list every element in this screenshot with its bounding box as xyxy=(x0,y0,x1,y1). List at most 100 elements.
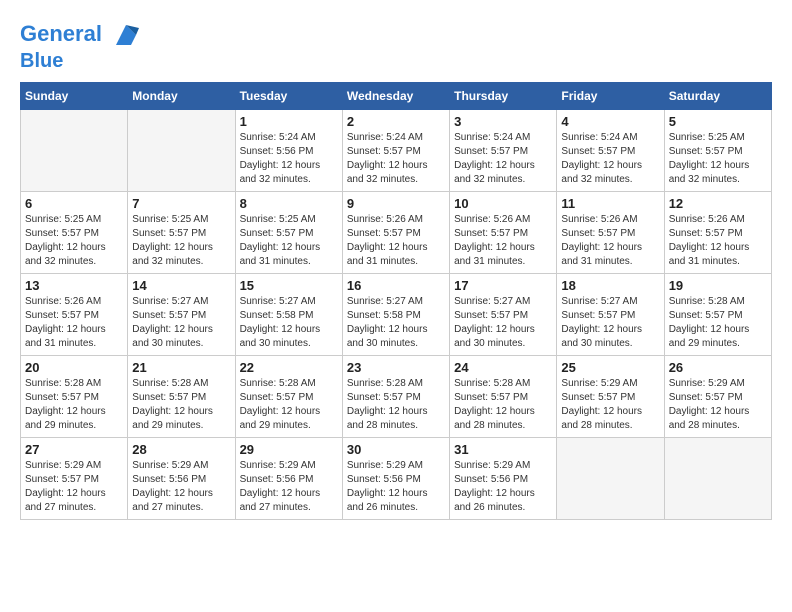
day-number: 10 xyxy=(454,196,552,211)
calendar-week-4: 20 Sunrise: 5:28 AM Sunset: 5:57 PM Dayl… xyxy=(21,356,772,438)
weekday-header-row: SundayMondayTuesdayWednesdayThursdayFrid… xyxy=(21,83,772,110)
calendar-week-3: 13 Sunrise: 5:26 AM Sunset: 5:57 PM Dayl… xyxy=(21,274,772,356)
day-number: 1 xyxy=(240,114,338,129)
calendar-cell: 24 Sunrise: 5:28 AM Sunset: 5:57 PM Dayl… xyxy=(450,356,557,438)
weekday-header-wednesday: Wednesday xyxy=(342,83,449,110)
day-number: 12 xyxy=(669,196,767,211)
day-number: 19 xyxy=(669,278,767,293)
day-info: Sunrise: 5:24 AM Sunset: 5:57 PM Dayligh… xyxy=(561,131,659,187)
day-info: Sunrise: 5:25 AM Sunset: 5:57 PM Dayligh… xyxy=(240,213,338,269)
day-number: 27 xyxy=(25,442,123,457)
day-number: 13 xyxy=(25,278,123,293)
day-number: 7 xyxy=(132,196,230,211)
calendar-cell: 2 Sunrise: 5:24 AM Sunset: 5:57 PM Dayli… xyxy=(342,110,449,192)
day-number: 9 xyxy=(347,196,445,211)
calendar-cell: 19 Sunrise: 5:28 AM Sunset: 5:57 PM Dayl… xyxy=(664,274,771,356)
calendar-cell: 23 Sunrise: 5:28 AM Sunset: 5:57 PM Dayl… xyxy=(342,356,449,438)
day-info: Sunrise: 5:29 AM Sunset: 5:57 PM Dayligh… xyxy=(25,459,123,515)
calendar-cell: 31 Sunrise: 5:29 AM Sunset: 5:56 PM Dayl… xyxy=(450,438,557,520)
day-number: 5 xyxy=(669,114,767,129)
day-info: Sunrise: 5:24 AM Sunset: 5:56 PM Dayligh… xyxy=(240,131,338,187)
day-number: 24 xyxy=(454,360,552,375)
calendar-header: SundayMondayTuesdayWednesdayThursdayFrid… xyxy=(21,83,772,110)
calendar-cell xyxy=(128,110,235,192)
day-info: Sunrise: 5:28 AM Sunset: 5:57 PM Dayligh… xyxy=(132,377,230,433)
day-info: Sunrise: 5:26 AM Sunset: 5:57 PM Dayligh… xyxy=(561,213,659,269)
day-info: Sunrise: 5:28 AM Sunset: 5:57 PM Dayligh… xyxy=(669,295,767,351)
calendar-cell: 12 Sunrise: 5:26 AM Sunset: 5:57 PM Dayl… xyxy=(664,192,771,274)
calendar-cell: 16 Sunrise: 5:27 AM Sunset: 5:58 PM Dayl… xyxy=(342,274,449,356)
calendar-week-1: 1 Sunrise: 5:24 AM Sunset: 5:56 PM Dayli… xyxy=(21,110,772,192)
day-number: 2 xyxy=(347,114,445,129)
calendar-cell xyxy=(557,438,664,520)
day-number: 23 xyxy=(347,360,445,375)
day-info: Sunrise: 5:29 AM Sunset: 5:56 PM Dayligh… xyxy=(132,459,230,515)
calendar-cell: 29 Sunrise: 5:29 AM Sunset: 5:56 PM Dayl… xyxy=(235,438,342,520)
day-info: Sunrise: 5:26 AM Sunset: 5:57 PM Dayligh… xyxy=(454,213,552,269)
weekday-header-monday: Monday xyxy=(128,83,235,110)
day-number: 29 xyxy=(240,442,338,457)
day-info: Sunrise: 5:25 AM Sunset: 5:57 PM Dayligh… xyxy=(25,213,123,269)
day-info: Sunrise: 5:27 AM Sunset: 5:58 PM Dayligh… xyxy=(240,295,338,351)
weekday-header-thursday: Thursday xyxy=(450,83,557,110)
day-number: 6 xyxy=(25,196,123,211)
day-number: 28 xyxy=(132,442,230,457)
day-info: Sunrise: 5:26 AM Sunset: 5:57 PM Dayligh… xyxy=(669,213,767,269)
calendar-cell: 6 Sunrise: 5:25 AM Sunset: 5:57 PM Dayli… xyxy=(21,192,128,274)
day-info: Sunrise: 5:29 AM Sunset: 5:57 PM Dayligh… xyxy=(669,377,767,433)
day-info: Sunrise: 5:26 AM Sunset: 5:57 PM Dayligh… xyxy=(347,213,445,269)
calendar-cell: 30 Sunrise: 5:29 AM Sunset: 5:56 PM Dayl… xyxy=(342,438,449,520)
day-number: 20 xyxy=(25,360,123,375)
calendar-cell: 1 Sunrise: 5:24 AM Sunset: 5:56 PM Dayli… xyxy=(235,110,342,192)
calendar-cell: 28 Sunrise: 5:29 AM Sunset: 5:56 PM Dayl… xyxy=(128,438,235,520)
calendar-cell: 20 Sunrise: 5:28 AM Sunset: 5:57 PM Dayl… xyxy=(21,356,128,438)
day-number: 16 xyxy=(347,278,445,293)
calendar-cell xyxy=(21,110,128,192)
day-number: 15 xyxy=(240,278,338,293)
day-number: 25 xyxy=(561,360,659,375)
day-info: Sunrise: 5:27 AM Sunset: 5:57 PM Dayligh… xyxy=(454,295,552,351)
calendar-cell: 10 Sunrise: 5:26 AM Sunset: 5:57 PM Dayl… xyxy=(450,192,557,274)
calendar-cell: 26 Sunrise: 5:29 AM Sunset: 5:57 PM Dayl… xyxy=(664,356,771,438)
day-info: Sunrise: 5:29 AM Sunset: 5:56 PM Dayligh… xyxy=(347,459,445,515)
calendar-cell: 15 Sunrise: 5:27 AM Sunset: 5:58 PM Dayl… xyxy=(235,274,342,356)
calendar-week-5: 27 Sunrise: 5:29 AM Sunset: 5:57 PM Dayl… xyxy=(21,438,772,520)
calendar-cell: 8 Sunrise: 5:25 AM Sunset: 5:57 PM Dayli… xyxy=(235,192,342,274)
day-info: Sunrise: 5:27 AM Sunset: 5:58 PM Dayligh… xyxy=(347,295,445,351)
calendar-cell: 18 Sunrise: 5:27 AM Sunset: 5:57 PM Dayl… xyxy=(557,274,664,356)
day-info: Sunrise: 5:25 AM Sunset: 5:57 PM Dayligh… xyxy=(132,213,230,269)
page-header: General Blue xyxy=(20,20,772,72)
day-info: Sunrise: 5:27 AM Sunset: 5:57 PM Dayligh… xyxy=(132,295,230,351)
calendar-cell: 4 Sunrise: 5:24 AM Sunset: 5:57 PM Dayli… xyxy=(557,110,664,192)
calendar-cell: 9 Sunrise: 5:26 AM Sunset: 5:57 PM Dayli… xyxy=(342,192,449,274)
day-number: 8 xyxy=(240,196,338,211)
day-number: 14 xyxy=(132,278,230,293)
day-info: Sunrise: 5:29 AM Sunset: 5:57 PM Dayligh… xyxy=(561,377,659,433)
day-info: Sunrise: 5:28 AM Sunset: 5:57 PM Dayligh… xyxy=(347,377,445,433)
day-info: Sunrise: 5:24 AM Sunset: 5:57 PM Dayligh… xyxy=(454,131,552,187)
calendar-cell: 14 Sunrise: 5:27 AM Sunset: 5:57 PM Dayl… xyxy=(128,274,235,356)
day-number: 31 xyxy=(454,442,552,457)
day-number: 21 xyxy=(132,360,230,375)
calendar-cell: 13 Sunrise: 5:26 AM Sunset: 5:57 PM Dayl… xyxy=(21,274,128,356)
day-info: Sunrise: 5:29 AM Sunset: 5:56 PM Dayligh… xyxy=(454,459,552,515)
weekday-header-saturday: Saturday xyxy=(664,83,771,110)
day-info: Sunrise: 5:29 AM Sunset: 5:56 PM Dayligh… xyxy=(240,459,338,515)
day-info: Sunrise: 5:28 AM Sunset: 5:57 PM Dayligh… xyxy=(240,377,338,433)
calendar-cell: 11 Sunrise: 5:26 AM Sunset: 5:57 PM Dayl… xyxy=(557,192,664,274)
weekday-header-friday: Friday xyxy=(557,83,664,110)
day-info: Sunrise: 5:25 AM Sunset: 5:57 PM Dayligh… xyxy=(669,131,767,187)
logo: General Blue xyxy=(20,20,141,72)
weekday-header-sunday: Sunday xyxy=(21,83,128,110)
calendar-cell: 27 Sunrise: 5:29 AM Sunset: 5:57 PM Dayl… xyxy=(21,438,128,520)
day-info: Sunrise: 5:24 AM Sunset: 5:57 PM Dayligh… xyxy=(347,131,445,187)
calendar-cell: 25 Sunrise: 5:29 AM Sunset: 5:57 PM Dayl… xyxy=(557,356,664,438)
logo-icon xyxy=(111,20,141,50)
day-number: 18 xyxy=(561,278,659,293)
logo-blue: Blue xyxy=(20,50,141,72)
day-info: Sunrise: 5:28 AM Sunset: 5:57 PM Dayligh… xyxy=(25,377,123,433)
calendar-cell: 3 Sunrise: 5:24 AM Sunset: 5:57 PM Dayli… xyxy=(450,110,557,192)
day-number: 4 xyxy=(561,114,659,129)
logo-text: General xyxy=(20,20,141,50)
day-info: Sunrise: 5:26 AM Sunset: 5:57 PM Dayligh… xyxy=(25,295,123,351)
